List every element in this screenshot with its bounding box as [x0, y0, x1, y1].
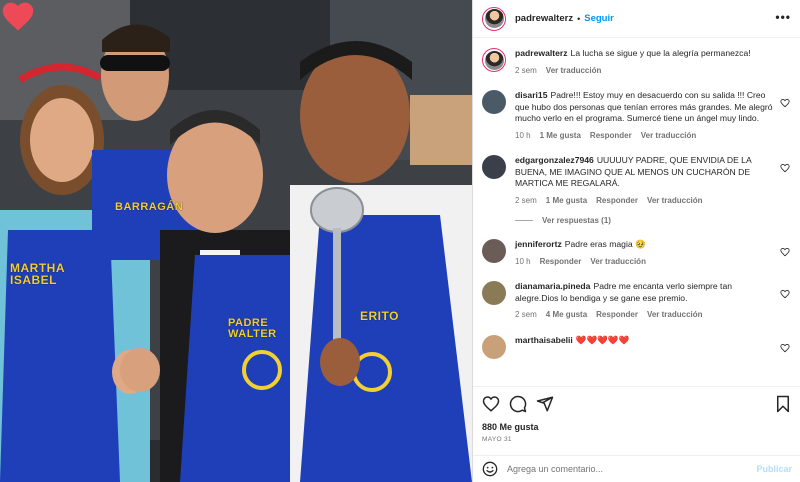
- post-header: padrewalterz • Seguir •••: [473, 0, 800, 38]
- bookmark-icon[interactable]: [774, 395, 792, 413]
- caption-avatar[interactable]: [482, 48, 506, 72]
- comment-body: edgargonzalez7946 UUUUUY PADRE, QUE ENVID…: [515, 155, 777, 206]
- share-icon[interactable]: [536, 395, 554, 413]
- replies-divider: [515, 220, 533, 221]
- apron-label-barragan: BARRAGÁN: [115, 201, 184, 213]
- comment-meta: 10 h 1 Me gusta Responder Ver traducción: [515, 130, 777, 142]
- commenter-avatar[interactable]: [482, 334, 506, 359]
- caption: padrewalterz La lucha se sigue y que la a…: [482, 48, 792, 76]
- reply-button[interactable]: Responder: [596, 195, 638, 207]
- comment-time[interactable]: 10 h: [515, 130, 531, 142]
- comment-like-heart-icon[interactable]: [780, 343, 790, 353]
- comment-likes[interactable]: 1 Me gusta: [540, 130, 581, 142]
- heart-icon: [2, 2, 34, 31]
- more-options-icon[interactable]: •••: [775, 10, 791, 24]
- avatar-image: [484, 9, 504, 28]
- apron-label-walter: PADRE WALTER: [228, 317, 277, 340]
- comment-like-heart-icon[interactable]: [780, 247, 790, 257]
- comment-username[interactable]: marthaisabelii: [515, 335, 573, 345]
- comment-body: jenniferortz Padre eras magia 🥹 10 h Resp…: [515, 239, 777, 267]
- follow-button[interactable]: Seguir: [584, 13, 614, 24]
- caption-meta: 2 sem Ver traducción: [515, 65, 777, 77]
- post-photo[interactable]: MARTHA ISABEL BARRAGÁN PADRE WALTER ERIT…: [0, 0, 472, 482]
- comment-text: Padre!!! Estoy muy en desacuerdo con su …: [515, 90, 773, 123]
- comment-item: marthaisabelii ❤️❤️❤️❤️❤️: [482, 334, 792, 359]
- post-detail-panel: padrewalterz • Seguir ••• padrewalterz La…: [472, 0, 800, 482]
- caption-text: La lucha se sigue y que la alegría perma…: [570, 48, 751, 58]
- apron-label-right: ERITO: [360, 309, 399, 323]
- comment-meta: 2 sem 1 Me gusta Responder Ver traducció…: [515, 195, 777, 207]
- view-replies-label: Ver respuestas (1): [542, 216, 611, 225]
- commenter-avatar[interactable]: [482, 90, 506, 114]
- likes-count[interactable]: 880 Me gusta: [482, 422, 792, 432]
- action-bar: 880 Me gusta Mayo 31: [473, 386, 800, 448]
- comment-body: marthaisabelii ❤️❤️❤️❤️❤️: [515, 335, 777, 359]
- comment-icon[interactable]: [509, 395, 527, 413]
- comment-text: ❤️❤️❤️❤️❤️: [575, 334, 630, 345]
- comment-input[interactable]: [507, 464, 757, 474]
- comment-item: dianamaria.pineda Padre me encanta verlo …: [482, 281, 792, 321]
- reply-button[interactable]: Responder: [590, 130, 632, 142]
- comment-username[interactable]: disari15: [515, 90, 548, 100]
- caption-body: padrewalterz La lucha se sigue y que la a…: [515, 48, 777, 76]
- header-username[interactable]: padrewalterz: [515, 13, 573, 24]
- comments-list[interactable]: padrewalterz La lucha se sigue y que la a…: [473, 38, 800, 386]
- separator-dot: •: [577, 13, 581, 24]
- commenter-avatar[interactable]: [482, 155, 506, 179]
- translation-link[interactable]: Ver traducción: [647, 309, 703, 321]
- comment-username[interactable]: dianamaria.pineda: [515, 281, 590, 291]
- comment-text: Padre eras magia 🥹: [564, 239, 646, 249]
- apron-label-martha: MARTHA ISABEL: [10, 261, 65, 287]
- photo-scene: [0, 0, 472, 482]
- heart-icon[interactable]: [482, 395, 500, 413]
- translation-link[interactable]: Ver traducción: [590, 256, 646, 268]
- view-replies-button[interactable]: Ver respuestas (1): [515, 216, 792, 225]
- comment-time[interactable]: 10 h: [515, 256, 531, 268]
- comment-likes[interactable]: 4 Me gusta: [546, 309, 587, 321]
- commenter-avatar[interactable]: [482, 239, 506, 263]
- comment-like-heart-icon[interactable]: [780, 98, 790, 108]
- reply-button[interactable]: Responder: [596, 309, 638, 321]
- comment-meta: 10 h Responder Ver traducción: [515, 256, 777, 268]
- comment-body: disari15 Padre!!! Estoy muy en desacuerdo…: [515, 90, 777, 141]
- comment-meta: 2 sem 4 Me gusta Responder Ver traducció…: [515, 309, 777, 321]
- avatar-image: [484, 50, 504, 70]
- comment-item: edgargonzalez7946 UUUUUY PADRE, QUE ENVID…: [482, 155, 792, 206]
- comment-like-heart-icon[interactable]: [780, 289, 790, 299]
- comment-username[interactable]: jenniferortz: [515, 239, 562, 249]
- translation-link[interactable]: Ver traducción: [647, 195, 703, 207]
- comment-body: dianamaria.pineda Padre me encanta verlo …: [515, 281, 777, 321]
- comment-time[interactable]: 2 sem: [515, 195, 537, 207]
- post-comment-button[interactable]: Publicar: [756, 464, 792, 474]
- commenter-avatar[interactable]: [482, 281, 506, 305]
- reply-button[interactable]: Responder: [540, 256, 582, 268]
- comment-likes[interactable]: 1 Me gusta: [546, 195, 587, 207]
- post-date[interactable]: Mayo 31: [482, 436, 792, 443]
- caption-translation-link[interactable]: Ver traducción: [546, 65, 602, 77]
- comment-time[interactable]: 2 sem: [515, 309, 537, 321]
- action-icons: [482, 395, 792, 413]
- avatar[interactable]: [482, 6, 506, 31]
- caption-username[interactable]: padrewalterz: [515, 48, 568, 58]
- emoji-icon[interactable]: [482, 461, 498, 477]
- comment-item: disari15 Padre!!! Estoy muy en desacuerdo…: [482, 90, 792, 141]
- comment-like-heart-icon[interactable]: [780, 163, 790, 173]
- comment-item: jenniferortz Padre eras magia 🥹 10 h Resp…: [482, 239, 792, 267]
- caption-time[interactable]: 2 sem: [515, 65, 537, 77]
- translation-link[interactable]: Ver traducción: [641, 130, 697, 142]
- add-comment-bar: Publicar: [473, 455, 800, 482]
- comment-username[interactable]: edgargonzalez7946: [515, 155, 594, 165]
